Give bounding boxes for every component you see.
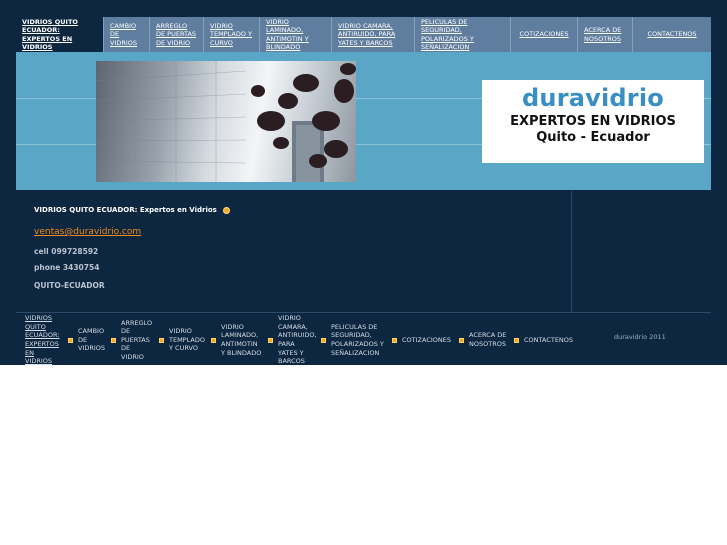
bullet-icon <box>514 337 519 343</box>
bullet-icon <box>222 206 230 214</box>
footer-link-cambio-de-vidrios[interactable]: CAMBIO DE VIDRIOS <box>78 327 106 353</box>
logo-tagline: EXPERTOS EN VIDRIOS <box>510 114 676 129</box>
copyright-text: duravidrio 2011 <box>614 333 666 341</box>
main-content: VIDRIOS QUITO ECUADOR: Expertos en Vidri… <box>16 191 571 312</box>
top-navigation: VIDRIOS QUITO ECUADOR: Expertos en Vidri… <box>16 17 711 52</box>
footer: VIDRIOS QUITO ECUADOR: Expertos en Vidri… <box>16 312 711 365</box>
footer-link-acerca-de-nosotros[interactable]: ACERCA DE NOSOTROS <box>469 331 509 348</box>
logo-location: Quito - Ecuador <box>536 130 650 145</box>
bullet-icon <box>392 337 397 343</box>
bullet-icon <box>268 337 273 343</box>
nav-item-vidrios-quito[interactable]: VIDRIOS QUITO ECUADOR: Expertos en Vidri… <box>16 17 104 52</box>
email-link[interactable]: ventas@duravidrio.com <box>34 227 141 237</box>
footer-link-peliculas[interactable]: PELICULAS DE SEGURIDAD, POLARIZADOS Y SE… <box>331 323 387 357</box>
nav-item-vidrio-laminado[interactable]: VIDRIO LAMINADO, ANTIMOTIN Y BLINDADO <box>260 17 332 52</box>
nav-item-vidrio-camara[interactable]: VIDRIO CAMARA, ANTIRUIDO, PARA YATES Y B… <box>332 17 415 52</box>
bullet-icon <box>459 337 464 343</box>
bullet-icon <box>68 337 73 343</box>
footer-link-cotizaciones[interactable]: COTIZACIONES <box>402 336 454 345</box>
bullet-icon <box>211 337 216 343</box>
cell-phone-text: cell 099728592 <box>34 247 99 256</box>
nav-item-acerca-de-nosotros[interactable]: ACERCA DE NOSOTROS <box>578 17 633 52</box>
nav-item-vidrio-templado[interactable]: VIDRIO TEMPLADO Y CURVO <box>204 17 260 52</box>
building-photo-art <box>96 61 356 182</box>
bullet-icon <box>111 337 116 343</box>
footer-link-arreglo-puertas[interactable]: ARREGLO DE PUERTAS DE VIDRIO <box>121 319 154 362</box>
phone-text: phone 3430754 <box>34 263 100 272</box>
nav-item-contactenos[interactable]: CONTACTENOS <box>633 17 711 52</box>
footer-link-vidrio-templado[interactable]: VIDRIO TEMPLADO Y CURVO <box>169 327 206 353</box>
footer-link-vidrio-laminado[interactable]: VIDRIO LAMINADO, ANTIMOTIN Y BLINDADO <box>221 323 263 357</box>
site-logo: duravidrio EXPERTOS EN VIDRIOS Quito - E… <box>482 80 704 163</box>
nav-item-arreglo-puertas[interactable]: ARREGLO DE PUERTAS DE VIDRIO <box>150 17 204 52</box>
sidebar-divider <box>571 191 572 312</box>
page: VIDRIOS QUITO ECUADOR: Expertos en Vidri… <box>0 0 727 365</box>
footer-link-vidrios-quito[interactable]: VIDRIOS QUITO ECUADOR: Expertos en Vidri… <box>25 314 63 366</box>
bullet-icon <box>321 337 326 343</box>
footer-navigation: VIDRIOS QUITO ECUADOR: Expertos en Vidri… <box>25 314 574 366</box>
header-banner: duravidrio EXPERTOS EN VIDRIOS Quito - E… <box>16 52 711 190</box>
nav-item-cotizaciones[interactable]: COTIZACIONES <box>511 17 578 52</box>
footer-link-contactenos[interactable]: CONTACTENOS <box>524 336 574 345</box>
bullet-icon <box>159 337 164 343</box>
headline-text: VIDRIOS QUITO ECUADOR: Expertos en Vidri… <box>34 206 217 214</box>
building-photo <box>96 61 356 182</box>
footer-link-vidrio-camara[interactable]: VIDRIO CAMARA, ANTIRUIDO, PARA YATES Y B… <box>278 314 317 366</box>
nav-item-peliculas[interactable]: PELICULAS DE SEGURIDAD, POLARIZADOS Y SE… <box>415 17 511 52</box>
logo-brand: duravidrio <box>522 84 664 112</box>
page-headline: VIDRIOS QUITO ECUADOR: Expertos en Vidri… <box>34 206 230 214</box>
city-text: QUITO-ECUADOR <box>34 281 105 290</box>
nav-item-cambio-de-vidrios[interactable]: CAMBIO DE VIDRIOS <box>104 17 150 52</box>
